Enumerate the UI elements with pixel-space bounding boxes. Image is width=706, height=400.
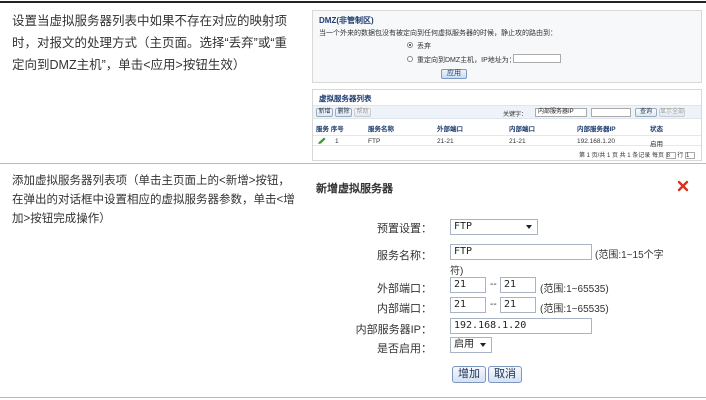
enable-value: 启用 (454, 339, 474, 350)
int-port-dash: -- (490, 299, 497, 310)
dmz-ip-input[interactable] (513, 54, 561, 63)
page-size-label: 行 (677, 153, 684, 159)
preset-label: 预置设置： (377, 223, 432, 235)
vs-toolbar: 新增 删除 帮助 关键字： 内部服务器IP 查询 显示全部 (313, 105, 701, 119)
search-input[interactable] (591, 108, 631, 117)
row-service: FTP (368, 138, 381, 145)
ext-port-from-input[interactable]: 21 (450, 277, 486, 293)
service-name-hint: (范围:1~15个字 (595, 250, 664, 261)
row-index: 1 (335, 138, 339, 145)
search-label: 关键字： (503, 112, 528, 118)
apply-button[interactable]: 应用 (441, 69, 467, 79)
cancel-button[interactable]: 取消 (488, 366, 522, 383)
chevron-down-icon (526, 225, 532, 229)
service-name-hint-cont: 符) (450, 266, 464, 277)
pager-text: 第 1 页/共 1 页 共 1 条记录 每页 (578, 153, 664, 159)
table-header: 服务 序号 服务名称 外部端口 内部端口 内部服务器IP 状态 (313, 121, 701, 133)
int-port-to-input[interactable]: 21 (500, 297, 536, 313)
page-size-value: 8 (666, 152, 670, 159)
edit-icon[interactable] (317, 137, 327, 145)
search-field-select[interactable]: 内部服务器IP (535, 108, 587, 117)
page-size-select[interactable]: 8 (665, 151, 676, 159)
vs-list-title: 虚拟服务器列表 (319, 94, 372, 103)
col-header-ext-port: 外部端口 (437, 126, 463, 133)
int-port-hint: (范围:1~65535) (540, 304, 609, 315)
row1-description: 设置当虚拟服务器列表中如果不存在对应的映射项时，对报文的处理方式（主页面。选择“… (12, 14, 288, 72)
row-server-ip: 192.168.1.20 (577, 138, 615, 145)
row-divider (0, 163, 706, 164)
col-header-index: 服务 序号 (316, 126, 344, 133)
preset-select[interactable]: FTP (450, 219, 538, 235)
row-ext-port: 21-21 (437, 138, 454, 145)
redirect-radio[interactable] (407, 56, 413, 62)
ext-port-hint: (范围:1~65535) (540, 284, 609, 295)
add-button[interactable]: 新增 (316, 108, 333, 117)
drop-radio[interactable] (407, 42, 413, 48)
service-name-label: 服务名称： (377, 250, 432, 262)
ext-port-to-input[interactable]: 21 (500, 277, 536, 293)
int-port-label: 内部端口： (377, 303, 432, 315)
page-number-input[interactable]: 1 (685, 151, 695, 159)
pager: 第 1 页/共 1 页 共 1 条记录 每页 8 行 1 (579, 150, 695, 159)
close-icon[interactable] (676, 179, 690, 193)
top-rule (0, 1, 706, 3)
dmz-prompt: 当一个外来的数据包没有被定向到任何虚拟服务器的时候，静止攻的路由到： (319, 30, 557, 37)
row-int-port: 21-21 (509, 138, 526, 145)
row2-description: 添加虚拟服务器列表项（单击主页面上的<新增>按钮，在弹出的对话框中设置相应的虚拟… (12, 175, 295, 225)
query-button[interactable]: 查询 (635, 108, 657, 117)
ext-port-dash: -- (490, 279, 497, 290)
enable-label: 是否启用： (377, 343, 432, 355)
col-header-service: 服务名称 (368, 126, 394, 133)
dialog-title: 新增虚拟服务器 (316, 183, 393, 195)
redirect-radio-label: 重定向到DMZ主机，IP地址为： (417, 57, 516, 64)
bottom-rule (0, 397, 706, 398)
ext-port-label: 外部端口： (377, 283, 432, 295)
preset-value: FTP (454, 221, 473, 232)
drop-radio-label: 丢弃 (417, 43, 431, 50)
dmz-panel: DMZ(非管制区) 当一个外来的数据包没有被定向到任何虚拟服务器的时候，静止攻的… (312, 10, 702, 83)
col-header-int-port: 内部端口 (509, 126, 535, 133)
chevron-down-icon (480, 343, 486, 347)
help-button[interactable]: 帮助 (354, 108, 371, 117)
enable-select[interactable]: 启用 (450, 337, 492, 353)
int-port-from-input[interactable]: 21 (450, 297, 486, 313)
server-ip-label: 内部服务器IP： (355, 324, 432, 336)
add-server-dialog: 新增虚拟服务器 预置设置： FTP 服务名称： FTP (范围:1~15个字 符… (312, 172, 702, 394)
service-name-input[interactable]: FTP (450, 244, 592, 260)
col-header-status: 状态 (650, 126, 663, 133)
dmz-title: DMZ(非管制区) (319, 16, 374, 25)
server-ip-input[interactable]: 192.168.1.20 (450, 318, 592, 334)
row-status: 启用 (650, 141, 663, 148)
add-confirm-button[interactable]: 增加 (452, 366, 486, 383)
show-all-button[interactable]: 显示全部 (659, 108, 685, 117)
page-number-value: 1 (686, 152, 690, 159)
virtual-server-list: 虚拟服务器列表 新增 删除 帮助 关键字： 内部服务器IP 查询 显示全部 服务… (312, 89, 702, 161)
col-header-server-ip: 内部服务器IP (577, 126, 616, 133)
table-row: 1 FTP 21-21 21-21 192.168.1.20 启用 (313, 135, 701, 148)
delete-button[interactable]: 删除 (335, 108, 352, 117)
